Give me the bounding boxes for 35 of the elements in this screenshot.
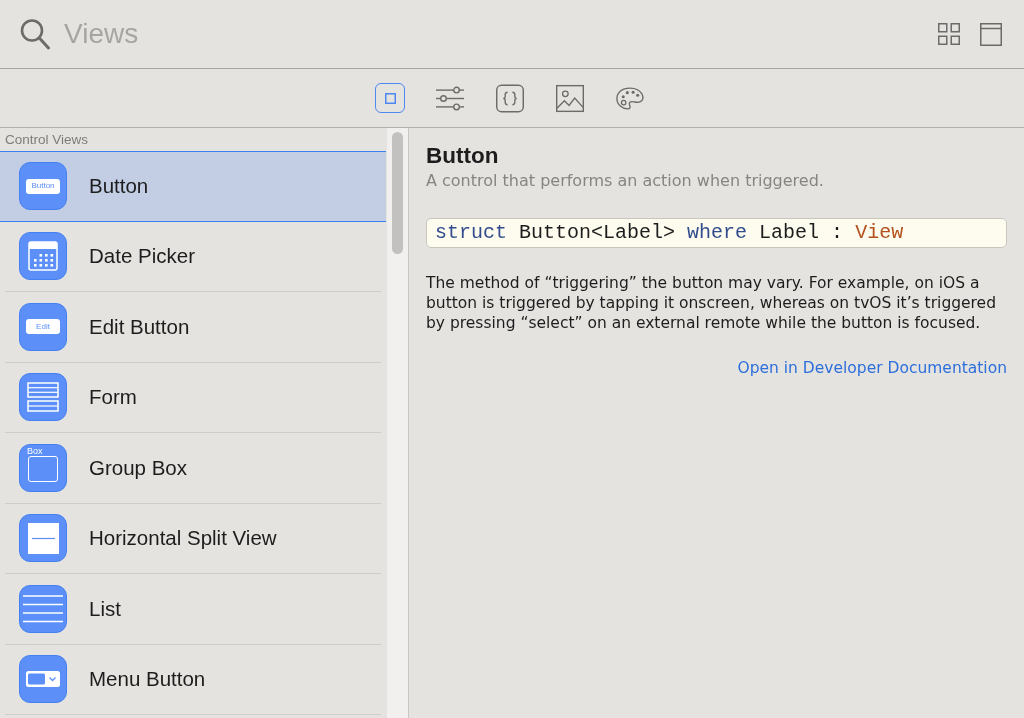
section-title: Control Views [4, 131, 90, 149]
library-tab[interactable] [555, 83, 585, 113]
labeled-button-icon: Button [19, 162, 67, 211]
sliders-icon [436, 85, 464, 111]
list-icon [19, 584, 67, 633]
documentation-link[interactable]: Open in Developer Documentation [737, 358, 1007, 378]
library-item[interactable]: Button Button [0, 151, 386, 222]
detail-title: Button [426, 143, 500, 169]
image-icon [556, 83, 584, 113]
group-box-icon: Box [19, 443, 67, 492]
library-item[interactable]: Horizontal Split View [0, 503, 386, 573]
library-item[interactable]: List [0, 574, 386, 644]
menu-button-icon [19, 655, 67, 704]
search-icon [20, 18, 50, 50]
calendar-icon [19, 232, 67, 281]
library-tab[interactable] [495, 83, 525, 113]
labeled-button-icon: Edit [19, 302, 67, 351]
search-field[interactable]: Views [64, 14, 922, 54]
library-item[interactable]: Menu Button [0, 644, 386, 714]
grid-icon[interactable] [938, 23, 960, 45]
braces-icon [496, 83, 524, 113]
window-icon[interactable] [980, 22, 1002, 46]
library-item[interactable]: Form [0, 362, 386, 432]
detail-summary: A control that performs an action when triggered. [426, 171, 825, 191]
library-tab[interactable] [375, 83, 405, 113]
palette-icon [616, 85, 644, 111]
library-item[interactable]: Date Picker [0, 221, 386, 291]
form-icon [19, 373, 67, 422]
library-item[interactable]: Box Group Box [0, 433, 386, 503]
library-item[interactable]: Edit Edit Button [0, 292, 386, 362]
square-icon [384, 92, 396, 104]
scrollbar-thumb[interactable] [392, 132, 403, 254]
declaration-code: struct Button<Label> where Label : View [426, 218, 1007, 248]
split-view-icon [19, 514, 67, 563]
discussion-paragraph: The method of “triggering” the button may vary. For example, on iOS a button is triggered by tapping it onscreen, whereas on tvOS it’s triggered by pressing “select” on an external remote while the button is focused. [426, 273, 997, 333]
